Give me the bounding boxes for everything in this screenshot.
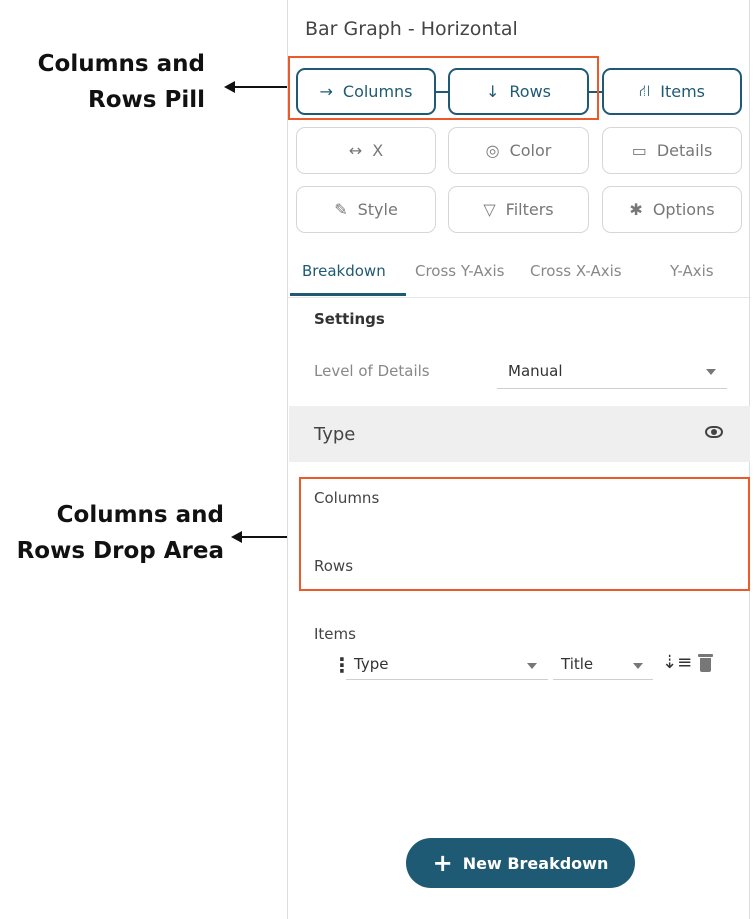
options-pill[interactable]: ✱ Options — [602, 186, 742, 233]
new-breakdown-button[interactable]: + New Breakdown — [406, 838, 635, 888]
palette-icon: ◎ — [485, 141, 500, 160]
new-breakdown-label: New Breakdown — [462, 853, 609, 873]
style-pill-label: Style — [357, 200, 398, 219]
tab-cross-y-axis[interactable]: Cross Y-Axis — [415, 262, 504, 280]
panel-title: Bar Graph - Horizontal — [305, 18, 518, 40]
type-label: Type — [314, 424, 356, 445]
item-title-value: Title — [561, 655, 594, 673]
items-pill[interactable]: ⛙ Items — [602, 68, 742, 115]
columns-rows-pill-highlight — [288, 56, 599, 120]
item-title-select[interactable]: Title — [553, 650, 653, 680]
level-of-details-select[interactable]: Manual — [497, 355, 727, 389]
eye-icon[interactable] — [705, 426, 723, 438]
columns-rows-drop-area-highlight — [299, 477, 750, 591]
chevron-down-icon — [633, 663, 643, 669]
type-section-header[interactable]: Type — [289, 406, 750, 462]
details-pill[interactable]: ▭ Details — [602, 127, 742, 174]
chevron-down-icon — [706, 369, 716, 375]
plus-icon: + — [432, 849, 453, 877]
visualization-properties-panel: Bar Graph - Horizontal → Columns ↓ Rows … — [287, 0, 751, 919]
horizontal-arrows-icon: ↔ — [348, 141, 363, 160]
annotation-line: Rows Drop Area — [16, 538, 224, 564]
annotation-line: Columns and — [37, 51, 205, 77]
brush-icon: ✎ — [334, 200, 348, 219]
tab-breakdown[interactable]: Breakdown — [302, 262, 386, 280]
filters-pill-label: Filters — [505, 200, 554, 219]
arrow-head-icon — [231, 531, 242, 543]
tab-y-axis[interactable]: Y-Axis — [670, 262, 714, 280]
settings-heading: Settings — [314, 310, 385, 328]
filters-pill[interactable]: ▽ Filters — [448, 186, 589, 233]
item-field-select[interactable]: Type — [346, 650, 548, 680]
color-pill[interactable]: ◎ Color — [448, 127, 589, 174]
tab-cross-x-axis[interactable]: Cross X-Axis — [530, 262, 622, 280]
style-pill[interactable]: ✎ Style — [296, 186, 436, 233]
items-heading: Items — [314, 625, 356, 643]
annotation-arrow — [224, 81, 296, 93]
gear-icon: ✱ — [629, 200, 643, 219]
trash-icon[interactable] — [698, 654, 713, 672]
arrow-head-icon — [224, 81, 235, 93]
trash-lid — [698, 654, 713, 657]
hierarchy-icon: ⛙ — [638, 81, 651, 100]
x-pill[interactable]: ↔ X — [296, 127, 436, 174]
items-pill-label: Items — [660, 82, 705, 101]
annotation-line: Rows Pill — [88, 87, 205, 113]
chevron-down-icon — [527, 663, 537, 669]
color-pill-label: Color — [509, 141, 552, 160]
trash-body — [700, 658, 711, 672]
tab-bar: Breakdown Cross Y-Axis Cross X-Axis Y-Ax… — [288, 248, 751, 298]
filter-icon: ▽ — [483, 200, 496, 219]
options-pill-label: Options — [652, 200, 715, 219]
annotation-line: Columns and — [56, 502, 224, 528]
level-of-details-label: Level of Details — [314, 362, 430, 380]
x-pill-label: X — [372, 141, 384, 160]
columns-rows-pill-annotation: Columns and Rows Pill — [0, 46, 205, 118]
details-pill-label: Details — [656, 141, 713, 160]
active-tab-indicator — [290, 293, 406, 296]
columns-rows-drop-area-annotation: Columns and Rows Drop Area — [0, 497, 224, 569]
level-of-details-value: Manual — [508, 362, 563, 380]
comment-icon: ▭ — [631, 141, 647, 160]
sort-icon[interactable]: ⇣≡ — [662, 652, 692, 673]
item-field-value: Type — [354, 655, 389, 673]
